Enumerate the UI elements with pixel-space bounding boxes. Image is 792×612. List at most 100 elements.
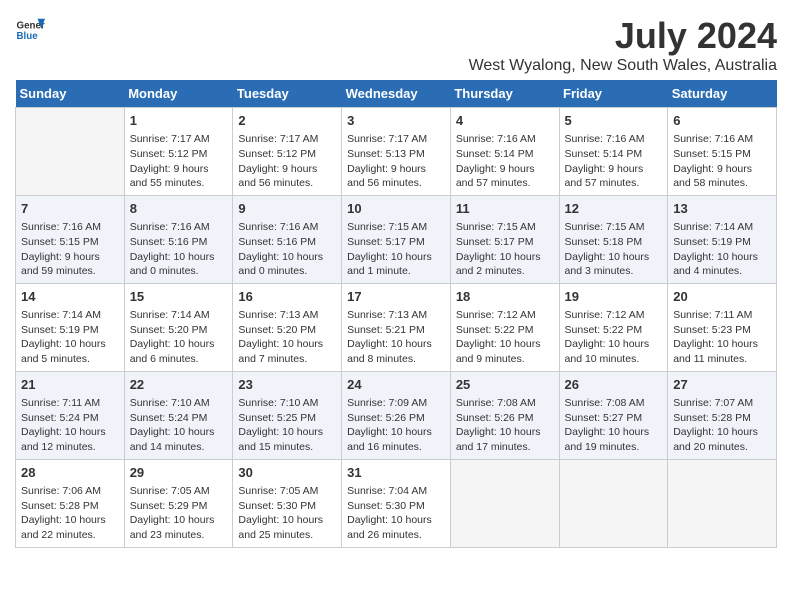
calendar-cell: 19 Sunrise: 7:12 AMSunset: 5:22 PMDayligh… — [559, 283, 668, 371]
day-header-sunday: Sunday — [16, 80, 125, 108]
day-number: 28 — [21, 464, 119, 482]
day-number: 6 — [673, 112, 771, 130]
day-info: Sunrise: 7:15 AMSunset: 5:17 PMDaylight:… — [347, 220, 445, 279]
calendar-cell: 20Sunrise: 7:11 AMSunset: 5:23 PMDayligh… — [668, 283, 777, 371]
day-number: 22 — [130, 376, 228, 394]
day-info: Sunrise: 7:10 AMSunset: 5:24 PMDaylight:… — [130, 396, 228, 455]
calendar-table: SundayMondayTuesdayWednesdayThursdayFrid… — [15, 80, 777, 548]
calendar-cell: 13 Sunrise: 7:14 AMSunset: 5:19 PMDayligh… — [668, 195, 777, 283]
calendar-cell: 15Sunrise: 7:14 AMSunset: 5:20 PMDayligh… — [124, 283, 233, 371]
day-info: Sunrise: 7:12 AMSunset: 5:22 PMDaylight:… — [565, 308, 663, 367]
calendar-cell: 22 Sunrise: 7:10 AMSunset: 5:24 PMDayligh… — [124, 371, 233, 459]
calendar-header-row: SundayMondayTuesdayWednesdayThursdayFrid… — [16, 80, 777, 108]
day-header-wednesday: Wednesday — [342, 80, 451, 108]
day-info: Sunrise: 7:16 AMSunset: 5:16 PMDaylight:… — [238, 220, 336, 279]
day-number: 4 — [456, 112, 554, 130]
calendar-cell: 3Sunrise: 7:17 AMSunset: 5:13 PMDaylight… — [342, 108, 451, 196]
calendar-cell: 8 Sunrise: 7:16 AMSunset: 5:16 PMDaylight… — [124, 195, 233, 283]
calendar-cell: 9 Sunrise: 7:16 AMSunset: 5:16 PMDaylight… — [233, 195, 342, 283]
calendar-cell: 28Sunrise: 7:06 AMSunset: 5:28 PMDayligh… — [16, 459, 125, 547]
day-info: Sunrise: 7:16 AMSunset: 5:15 PMDaylight:… — [673, 132, 771, 191]
day-info: Sunrise: 7:17 AMSunset: 5:13 PMDaylight:… — [347, 132, 445, 191]
svg-text:Blue: Blue — [17, 31, 39, 42]
week-row-2: 7 Sunrise: 7:16 AMSunset: 5:15 PMDaylight… — [16, 195, 777, 283]
day-number: 10 — [347, 200, 445, 218]
day-info: Sunrise: 7:17 AMSunset: 5:12 PMDaylight:… — [238, 132, 336, 191]
calendar-cell: 16 Sunrise: 7:13 AMSunset: 5:20 PMDayligh… — [233, 283, 342, 371]
day-number: 9 — [238, 200, 336, 218]
calendar-cell: 5 Sunrise: 7:16 AMSunset: 5:14 PMDaylight… — [559, 108, 668, 196]
day-number: 11 — [456, 200, 554, 218]
calendar-cell: 1 Sunrise: 7:17 AMSunset: 5:12 PMDaylight… — [124, 108, 233, 196]
calendar-cell: 21 Sunrise: 7:11 AMSunset: 5:24 PMDayligh… — [16, 371, 125, 459]
day-number: 26 — [565, 376, 663, 394]
day-info: Sunrise: 7:04 AMSunset: 5:30 PMDaylight:… — [347, 484, 445, 543]
day-info: Sunrise: 7:14 AMSunset: 5:20 PMDaylight:… — [130, 308, 228, 367]
calendar-cell — [450, 459, 559, 547]
day-header-tuesday: Tuesday — [233, 80, 342, 108]
day-info: Sunrise: 7:07 AMSunset: 5:28 PMDaylight:… — [673, 396, 771, 455]
day-info: Sunrise: 7:16 AMSunset: 5:15 PMDaylight:… — [21, 220, 119, 279]
header: General Blue July 2024 West Wyalong, New… — [15, 15, 777, 75]
calendar-cell: 24 Sunrise: 7:09 AMSunset: 5:26 PMDayligh… — [342, 371, 451, 459]
day-header-friday: Friday — [559, 80, 668, 108]
day-info: Sunrise: 7:16 AMSunset: 5:14 PMDaylight:… — [456, 132, 554, 191]
calendar-cell: 27 Sunrise: 7:07 AMSunset: 5:28 PMDayligh… — [668, 371, 777, 459]
day-number: 14 — [21, 288, 119, 306]
day-header-monday: Monday — [124, 80, 233, 108]
day-info: Sunrise: 7:05 AMSunset: 5:29 PMDaylight:… — [130, 484, 228, 543]
day-info: Sunrise: 7:13 AMSunset: 5:21 PMDaylight:… — [347, 308, 445, 367]
day-info: Sunrise: 7:14 AMSunset: 5:19 PMDaylight:… — [21, 308, 119, 367]
calendar-cell: 4 Sunrise: 7:16 AMSunset: 5:14 PMDaylight… — [450, 108, 559, 196]
calendar-cell: 25Sunrise: 7:08 AMSunset: 5:26 PMDayligh… — [450, 371, 559, 459]
calendar-cell: 23 Sunrise: 7:10 AMSunset: 5:25 PMDayligh… — [233, 371, 342, 459]
calendar-cell: 12Sunrise: 7:15 AMSunset: 5:18 PMDayligh… — [559, 195, 668, 283]
day-info: Sunrise: 7:16 AMSunset: 5:14 PMDaylight:… — [565, 132, 663, 191]
day-number: 8 — [130, 200, 228, 218]
day-number: 12 — [565, 200, 663, 218]
calendar-cell: 18Sunrise: 7:12 AMSunset: 5:22 PMDayligh… — [450, 283, 559, 371]
day-info: Sunrise: 7:14 AMSunset: 5:19 PMDaylight:… — [673, 220, 771, 279]
week-row-4: 21 Sunrise: 7:11 AMSunset: 5:24 PMDayligh… — [16, 371, 777, 459]
calendar-cell — [559, 459, 668, 547]
day-info: Sunrise: 7:17 AMSunset: 5:12 PMDaylight:… — [130, 132, 228, 191]
day-number: 19 — [565, 288, 663, 306]
day-number: 27 — [673, 376, 771, 394]
calendar-cell: 14 Sunrise: 7:14 AMSunset: 5:19 PMDayligh… — [16, 283, 125, 371]
calendar-cell: 29 Sunrise: 7:05 AMSunset: 5:29 PMDayligh… — [124, 459, 233, 547]
day-number: 7 — [21, 200, 119, 218]
day-number: 31 — [347, 464, 445, 482]
day-info: Sunrise: 7:05 AMSunset: 5:30 PMDaylight:… — [238, 484, 336, 543]
day-info: Sunrise: 7:10 AMSunset: 5:25 PMDaylight:… — [238, 396, 336, 455]
calendar-cell — [668, 459, 777, 547]
day-number: 20 — [673, 288, 771, 306]
day-info: Sunrise: 7:08 AMSunset: 5:27 PMDaylight:… — [565, 396, 663, 455]
day-number: 21 — [21, 376, 119, 394]
calendar-cell: 26 Sunrise: 7:08 AMSunset: 5:27 PMDayligh… — [559, 371, 668, 459]
day-info: Sunrise: 7:16 AMSunset: 5:16 PMDaylight:… — [130, 220, 228, 279]
day-info: Sunrise: 7:09 AMSunset: 5:26 PMDaylight:… — [347, 396, 445, 455]
title-area: July 2024 West Wyalong, New South Wales,… — [469, 15, 777, 75]
day-number: 23 — [238, 376, 336, 394]
month-title: July 2024 — [469, 15, 777, 57]
day-number: 5 — [565, 112, 663, 130]
day-info: Sunrise: 7:15 AMSunset: 5:17 PMDaylight:… — [456, 220, 554, 279]
logo-icon: General Blue — [15, 15, 45, 45]
day-number: 24 — [347, 376, 445, 394]
day-number: 13 — [673, 200, 771, 218]
calendar-cell: 31 Sunrise: 7:04 AMSunset: 5:30 PMDayligh… — [342, 459, 451, 547]
day-info: Sunrise: 7:13 AMSunset: 5:20 PMDaylight:… — [238, 308, 336, 367]
day-info: Sunrise: 7:08 AMSunset: 5:26 PMDaylight:… — [456, 396, 554, 455]
day-number: 29 — [130, 464, 228, 482]
week-row-1: 1 Sunrise: 7:17 AMSunset: 5:12 PMDaylight… — [16, 108, 777, 196]
day-info: Sunrise: 7:11 AMSunset: 5:24 PMDaylight:… — [21, 396, 119, 455]
calendar-cell — [16, 108, 125, 196]
day-number: 16 — [238, 288, 336, 306]
day-number: 1 — [130, 112, 228, 130]
calendar-cell: 30 Sunrise: 7:05 AMSunset: 5:30 PMDayligh… — [233, 459, 342, 547]
calendar-cell: 11 Sunrise: 7:15 AMSunset: 5:17 PMDayligh… — [450, 195, 559, 283]
calendar-cell: 7 Sunrise: 7:16 AMSunset: 5:15 PMDaylight… — [16, 195, 125, 283]
location-title: West Wyalong, New South Wales, Australia — [469, 57, 777, 75]
day-number: 17 — [347, 288, 445, 306]
day-number: 30 — [238, 464, 336, 482]
